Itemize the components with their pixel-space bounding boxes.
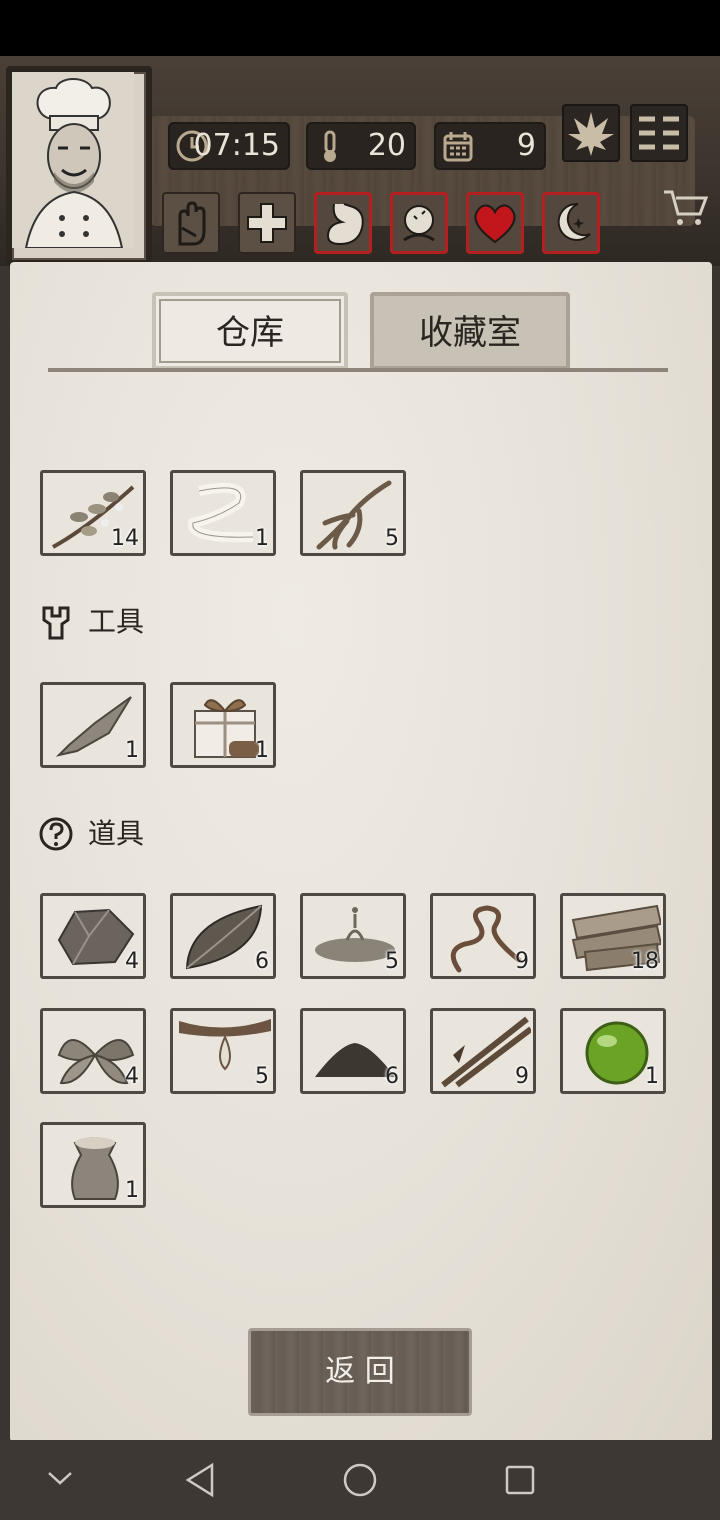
shop-cart-button[interactable] [660,186,710,230]
condition-heart-button[interactable] [466,192,524,254]
character-portrait[interactable] [6,66,152,266]
inventory-slot[interactable]: 6 [300,1008,406,1094]
slot-quantity: 5 [385,949,399,974]
slot-quantity: 1 [645,1064,659,1089]
tab-divider [48,368,668,372]
condition-moon-button[interactable] [542,192,600,254]
slot-quantity: 5 [385,526,399,551]
slot-quantity: 9 [515,949,529,974]
question-mark-icon [39,817,73,851]
slot-quantity: 14 [111,526,139,551]
inventory-slot[interactable]: 5 [300,470,406,556]
thermometer-icon [324,130,336,162]
section-props-label: 道具 [88,817,145,850]
heart-icon [474,204,516,244]
inventory-slot[interactable]: 1 [40,682,146,768]
inventory-slot[interactable]: 4 [40,1008,146,1094]
time-display: 07:15 [168,122,290,170]
hand-icon [178,201,206,246]
inventory-slot[interactable]: 6 [170,893,276,979]
cart-icon [664,190,709,225]
slot-quantity: 4 [125,1064,139,1089]
inventory-slot[interactable]: 1 [170,470,276,556]
status-bar [0,0,720,56]
inventory-slot[interactable]: 4 [40,893,146,979]
slot-quantity: 6 [255,949,269,974]
section-tools-label: 工具 [88,605,145,638]
condition-stomach-button[interactable] [314,192,372,254]
inventory-slot[interactable]: 5 [300,893,406,979]
slot-quantity: 1 [125,1178,139,1203]
day-value: 9 [516,128,536,163]
system-nav-bar [0,1440,720,1520]
recents-square-icon[interactable] [504,1464,536,1496]
calendar-icon [443,132,473,162]
condition-hand-button[interactable] [162,192,220,254]
condition-medical-button[interactable] [238,192,296,254]
menu-button[interactable] [630,104,688,162]
inventory-slot[interactable]: 9 [430,1008,536,1094]
inventory-slot[interactable]: 1 [170,682,276,768]
wrench-icon [42,606,70,640]
inventory-slot[interactable]: 14 [40,470,146,556]
slot-quantity: 1 [255,526,269,551]
temperature-display: 20 [306,122,416,170]
home-circle-icon[interactable] [342,1462,378,1498]
inventory-slot[interactable]: 9 [430,893,536,979]
slot-quantity: 1 [125,738,139,763]
inventory-slot[interactable]: 1 [560,1008,666,1094]
chevron-down-icon[interactable] [46,1468,74,1488]
head-icon [403,205,435,242]
back-button[interactable]: 返 回 [248,1328,472,1416]
tab-warehouse[interactable]: 仓库 [152,292,348,370]
condition-head-button[interactable] [390,192,448,254]
slot-quantity: 6 [385,1064,399,1089]
stomach-icon [326,203,364,246]
medical-cross-icon [247,203,287,243]
moon-icon [557,202,591,241]
inventory-slot[interactable]: 18 [560,893,666,979]
back-triangle-icon[interactable] [184,1462,216,1498]
slot-quantity: 9 [515,1064,529,1089]
tab-collection[interactable]: 收藏室 [370,292,570,370]
time-value: 07:15 [193,128,280,163]
day-display: 9 [434,122,546,170]
slot-quantity: 18 [631,949,659,974]
inventory-slot[interactable]: 1 [40,1122,146,1208]
slot-quantity: 5 [255,1064,269,1089]
chef-avatar-icon [12,72,134,249]
leaf-button[interactable] [562,104,620,162]
slot-quantity: 4 [125,949,139,974]
slot-quantity: 1 [255,738,269,763]
leaf-icon [568,112,614,156]
menu-icon [639,116,679,150]
temperature-value: 20 [367,128,406,163]
inventory-slot[interactable]: 5 [170,1008,276,1094]
